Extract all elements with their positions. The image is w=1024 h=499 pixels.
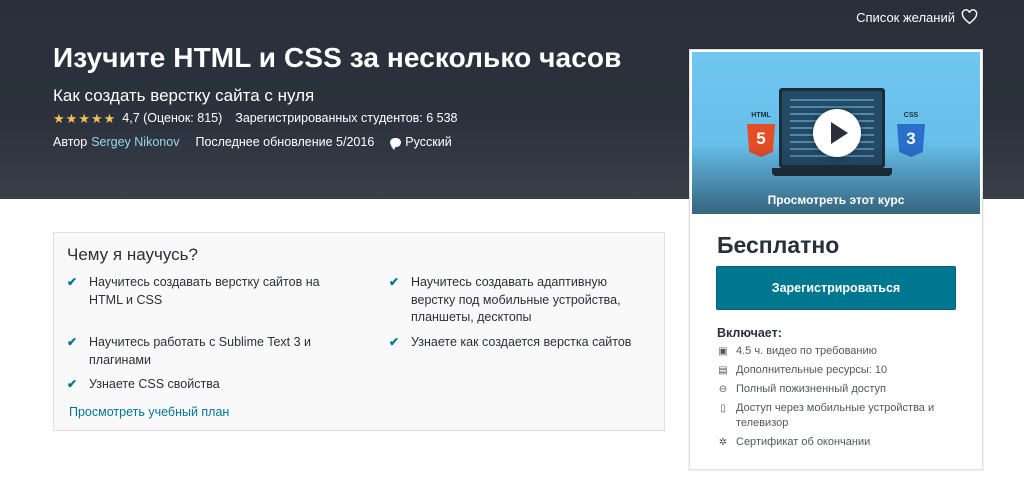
what-you-learn-box: Чему я научусь? ✔ Научитесь создавать ве… [53, 232, 665, 431]
course-preview-video[interactable]: HTML 5 CSS 3 Просмотреть этот курс [692, 52, 980, 214]
learn-item: ✔ Узнаете CSS свойства [67, 376, 337, 394]
mobile-icon: ▯ [720, 403, 726, 414]
learn-item-text: Научитесь создавать адаптивную верстку п… [411, 275, 621, 324]
includes-item: ✲ Сертификат об окончании [718, 436, 871, 448]
star-icon: ★ [65, 110, 78, 126]
author-link[interactable]: Sergey Nikonov [91, 135, 179, 149]
learn-item-text: Узнаете CSS свойства [89, 377, 220, 391]
file-icon: ▤ [718, 365, 728, 376]
check-icon: ✔ [67, 377, 78, 391]
language: Русский [390, 135, 452, 150]
includes-item: ⊖ Полный пожизненный доступ [718, 383, 886, 395]
check-icon: ✔ [67, 275, 78, 289]
preview-course-label: Просмотреть этот курс [767, 193, 905, 207]
star-icon: ★ [78, 110, 90, 126]
rating-stars: ★ ★ ★ ★ ★ [53, 112, 115, 125]
learn-item-text: Узнаете как создается верстка сайтов [411, 335, 632, 349]
wishlist-label: Список желаний [856, 9, 955, 25]
includes-item: ▯ Доступ через мобильные устройства и те… [717, 401, 967, 431]
rating-value: 4,7 (Оценок: 815) [122, 111, 223, 125]
infinity-icon: ⊖ [718, 384, 728, 395]
includes-item: ▤ Дополнительные ресурсы: 10 [718, 364, 888, 376]
what-you-learn-title: Чему я научусь? [67, 245, 198, 264]
learn-item: ✔ Узнаете как создается верстка сайтов [389, 334, 644, 352]
heart-icon [961, 9, 978, 25]
star-icon: ★ [90, 110, 103, 126]
learn-item: ✔ Научитесь создавать адаптивную верстку… [389, 274, 644, 327]
course-meta: Автор Sergey Nikonov Последнее обновлени… [53, 135, 452, 150]
learn-item-text: Научитесь создавать верстку сайтов на HT… [89, 275, 320, 307]
purchase-sidebar: HTML 5 CSS 3 Просмотреть этот курс Беспл… [689, 49, 983, 470]
star-icon: ★ [103, 110, 116, 126]
course-price: Бесплатно [717, 232, 840, 258]
view-curriculum-link[interactable]: Просмотреть учебный план [69, 405, 229, 419]
language-label: Русский [405, 135, 452, 149]
check-icon: ✔ [67, 335, 78, 349]
star-icon: ★ [53, 110, 65, 126]
certificate-icon: ✲ [718, 437, 728, 448]
last-updated: Последнее обновление 5/2016 [195, 135, 375, 149]
includes-title: Включает: [717, 326, 782, 340]
learn-item-text: Научитесь работать с Sublime Text 3 и пл… [89, 335, 312, 367]
learn-item: ✔ Научитесь создавать верстку сайтов на … [67, 274, 337, 309]
learn-item: ✔ Научитесь работать с Sublime Text 3 и … [67, 334, 337, 369]
play-icon[interactable] [813, 109, 861, 157]
enrolled-count: Зарегистрированных студентов: 6 538 [235, 111, 458, 125]
includes-list: ▣ 4.5 ч. видео по требованию ▤ Дополните… [717, 344, 967, 454]
includes-item: ▣ 4.5 ч. видео по требованию [718, 345, 877, 357]
wishlist-button[interactable]: Список желаний [856, 9, 978, 25]
speech-bubble-icon [390, 137, 402, 150]
check-icon: ✔ [389, 275, 400, 289]
check-icon: ✔ [389, 335, 400, 349]
rating-row: ★ ★ ★ ★ ★ 4,7 (Оценок: 815) Зарегистриро… [53, 111, 458, 125]
course-title: Изучите HTML и CSS за несколько часов [53, 42, 622, 73]
video-icon: ▣ [718, 346, 728, 357]
author-prefix: Автор [53, 135, 88, 149]
enroll-button[interactable]: Зарегистрироваться [716, 266, 956, 310]
course-subtitle: Как создать верстку сайта с нуля [53, 86, 315, 105]
